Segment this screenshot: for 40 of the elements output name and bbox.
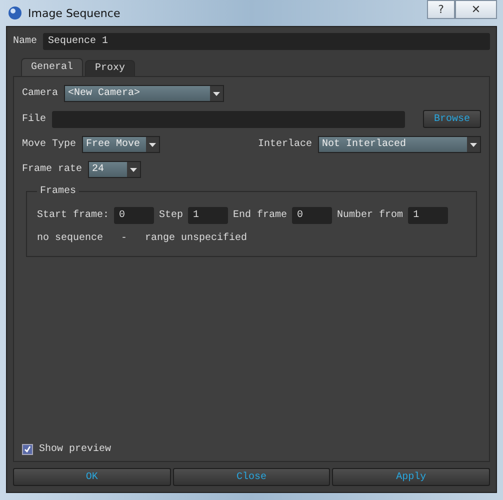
status-text: no sequence <box>37 233 104 244</box>
number-field[interactable]: 1 <box>188 207 228 224</box>
caret-icon <box>149 142 156 146</box>
move-type-label: Move Type <box>22 139 76 150</box>
number-field[interactable]: 1 <box>408 207 448 224</box>
frame-rate-dropdown[interactable]: 24 <box>88 161 142 178</box>
caret-icon <box>130 168 138 172</box>
close-button[interactable]: ✕ <box>455 0 497 19</box>
camera-label: Camera <box>22 88 58 99</box>
checkbox[interactable] <box>22 444 33 455</box>
name-label: Name <box>13 36 38 47</box>
tab[interactable]: Proxy <box>85 60 136 76</box>
number-field[interactable]: 0 <box>292 207 332 224</box>
camera-dropdown[interactable]: <New Camera> <box>64 85 224 102</box>
window-title: Image Sequence <box>28 6 120 20</box>
status-text: range unspecified <box>145 233 248 244</box>
frame-field-label: Number from <box>337 210 404 221</box>
caret-icon <box>213 92 220 96</box>
name-field[interactable]: Sequence 1 <box>43 33 490 50</box>
frame-field-label: End frame <box>233 210 288 221</box>
group-title: Frames <box>39 186 78 197</box>
checkbox-label: Show preview <box>39 444 112 455</box>
dialog-button[interactable]: Apply <box>332 468 490 486</box>
move-type-dropdown[interactable]: Free Move <box>82 136 160 153</box>
interlace-label: Interlace <box>258 139 312 150</box>
file-field[interactable] <box>52 110 405 128</box>
frame-field-label: Start frame: <box>37 210 110 221</box>
interlace-dropdown[interactable]: Not Interlaced <box>318 136 481 153</box>
help-button[interactable]: ? <box>427 0 455 19</box>
browse-button[interactable]: Browse <box>423 110 481 128</box>
frame-field-label: Step <box>159 210 184 221</box>
status-text: - <box>121 233 128 244</box>
dialog-button[interactable]: OK <box>13 468 171 486</box>
dialog-button[interactable]: Close <box>172 468 330 486</box>
app-icon <box>8 6 22 20</box>
number-field[interactable]: 0 <box>114 207 154 224</box>
tab[interactable]: General <box>21 58 84 76</box>
file-label: File <box>22 114 46 124</box>
frame-rate-label: Frame rate <box>22 164 82 175</box>
caret-icon <box>470 142 477 146</box>
